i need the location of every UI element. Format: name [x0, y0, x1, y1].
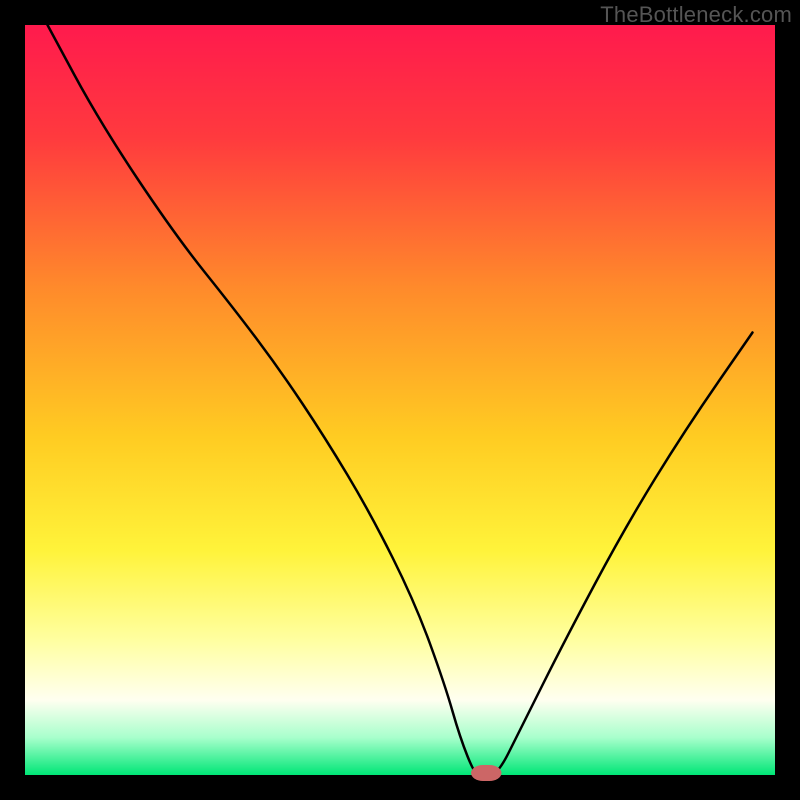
- watermark-text: TheBottleneck.com: [600, 2, 792, 28]
- optimal-zone-marker: [471, 765, 502, 781]
- plot-background: [25, 25, 775, 775]
- bottleneck-chart: TheBottleneck.com: [0, 0, 800, 800]
- chart-svg: [0, 0, 800, 800]
